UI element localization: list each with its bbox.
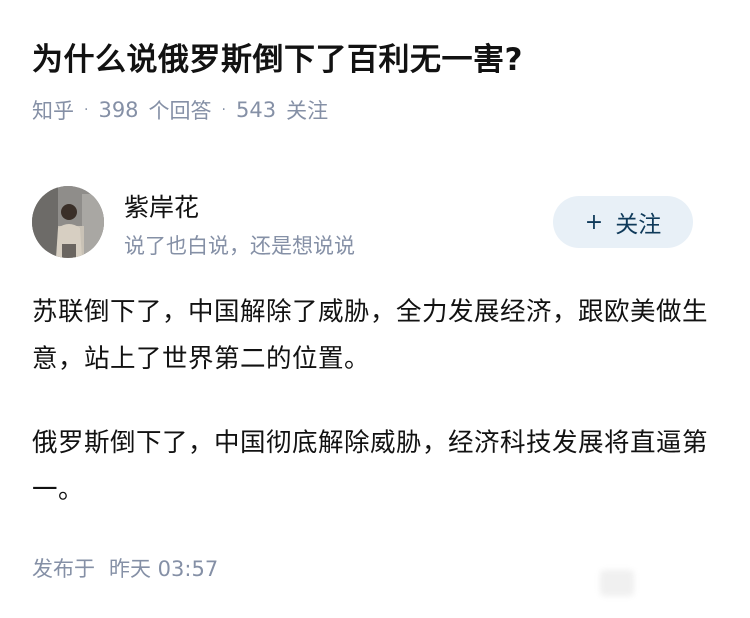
publish-label: 发布于 xyxy=(32,557,95,581)
plus-icon: + xyxy=(584,209,604,235)
publish-time: 昨天 03:57 xyxy=(109,557,219,581)
author-name[interactable]: 紫岸花 xyxy=(124,188,199,224)
answer-paragraph: 俄罗斯倒下了，中国彻底解除威胁，经济科技发展将直逼第一。 xyxy=(32,428,709,505)
followers-label: 关注 xyxy=(286,99,329,123)
source-label[interactable]: 知乎 xyxy=(32,95,74,125)
separator-dot: · xyxy=(84,102,89,118)
blurred-region xyxy=(600,570,634,596)
answers-label[interactable]: 个回答 xyxy=(149,95,212,125)
follow-button-label: 关注 xyxy=(615,212,662,238)
publish-info: 发布于 昨天 03:57 xyxy=(32,553,218,583)
avatar[interactable] xyxy=(32,186,104,258)
author-bio: 说了也白说，还是想说说 xyxy=(124,234,355,258)
followers-count: 543 xyxy=(236,98,277,122)
answers-count: 398 xyxy=(98,98,139,122)
question-title[interactable]: 为什么说俄罗斯倒下了百利无一害? xyxy=(32,34,523,79)
separator-dot: · xyxy=(221,102,226,118)
question-meta: 知乎 · 398 个回答 · 543 关注 xyxy=(32,95,328,125)
answer-paragraph: 苏联倒下了，中国解除了威胁，全力发展经济，跟欧美做生意，站上了世界第二的位置。 xyxy=(32,297,709,374)
follow-button[interactable]: + 关注 xyxy=(553,196,693,248)
